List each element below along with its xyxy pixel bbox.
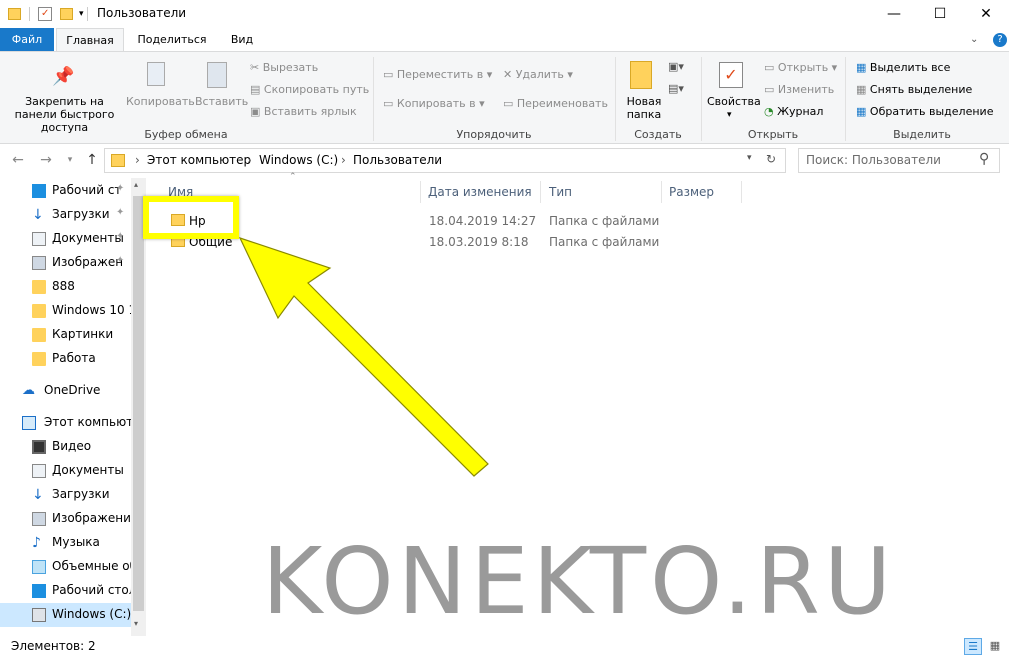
details-view-icon[interactable]: ☰ [964, 638, 982, 655]
watermark-text: KONEKTO.RU [262, 528, 896, 635]
item-count: Элементов: 2 [11, 639, 96, 653]
file-explorer-window: ✓ ▾ Пользователи — ☐ ✕ Файл Главная Поде… [0, 0, 1009, 657]
large-icons-view-icon[interactable]: ▦ [986, 638, 1004, 655]
status-bar: Элементов: 2 ☰ ▦ [0, 636, 1009, 657]
